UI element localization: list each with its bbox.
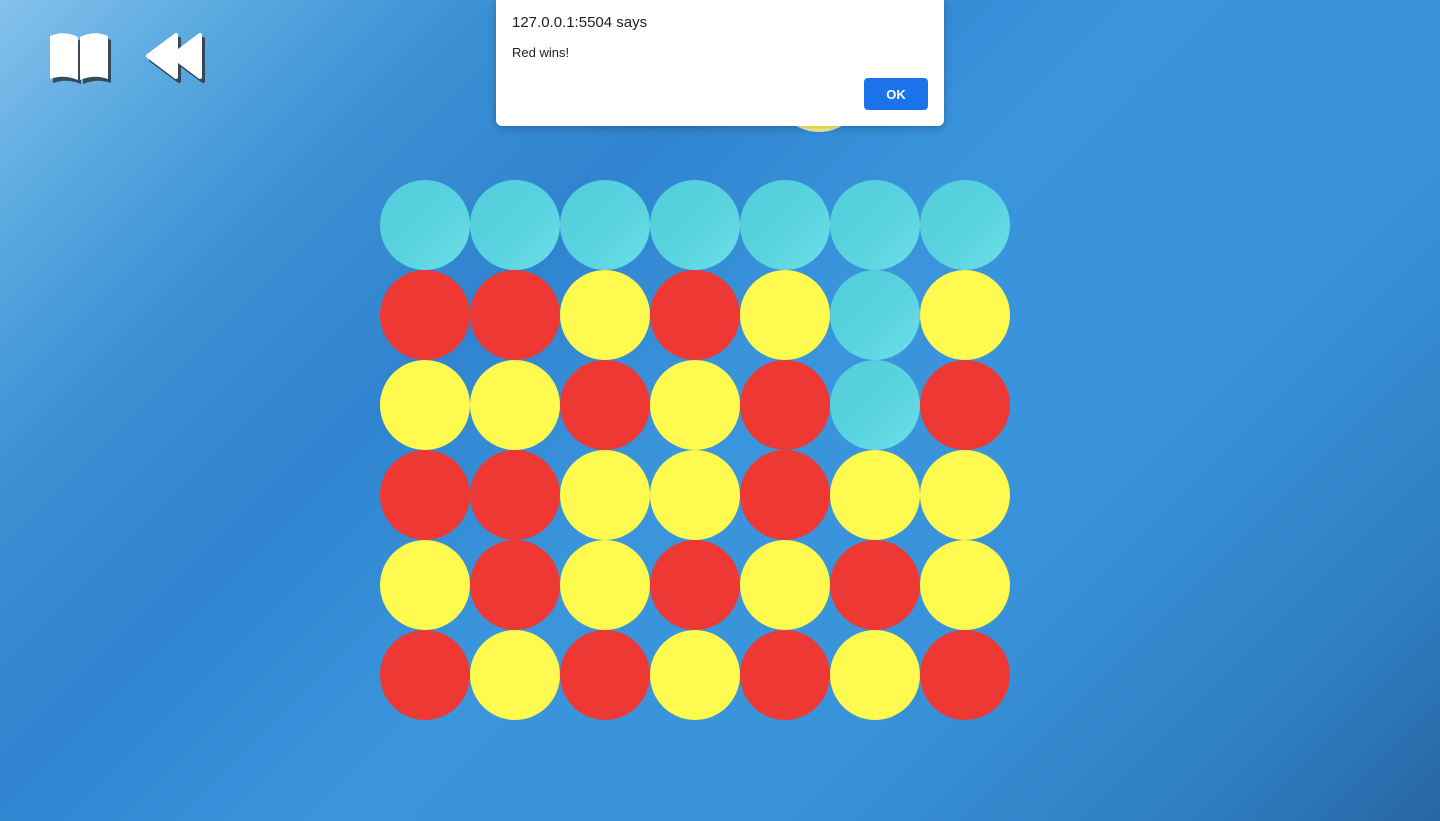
board-cell-yellow[interactable] <box>830 630 920 720</box>
rules-button[interactable] <box>46 28 112 86</box>
board-cell-red[interactable] <box>380 450 470 540</box>
board-cell-yellow[interactable] <box>380 540 470 630</box>
board-cell-red[interactable] <box>920 360 1010 450</box>
board-cell-yellow[interactable] <box>920 540 1010 630</box>
board-cell-red[interactable] <box>920 630 1010 720</box>
board-cell-red[interactable] <box>560 630 650 720</box>
board-cell-yellow[interactable] <box>830 450 920 540</box>
board-cell-empty[interactable] <box>830 270 920 360</box>
board-cell-yellow[interactable] <box>920 270 1010 360</box>
board-cell-empty[interactable] <box>740 180 830 270</box>
board-cell-red[interactable] <box>470 540 560 630</box>
board-cell-red[interactable] <box>650 270 740 360</box>
dialog-message: Red wins! <box>512 45 570 60</box>
ok-button[interactable]: OK <box>864 78 928 110</box>
board-cell-red[interactable] <box>740 630 830 720</box>
board-cell-empty[interactable] <box>560 180 650 270</box>
open-book-icon <box>50 33 108 80</box>
board-cell-red[interactable] <box>470 450 560 540</box>
board-cell-empty[interactable] <box>470 180 560 270</box>
dialog-title: 127.0.0.1:5504 says <box>512 14 648 31</box>
board-cell-empty[interactable] <box>650 180 740 270</box>
board-cell-red[interactable] <box>380 270 470 360</box>
board-cell-empty[interactable] <box>920 180 1010 270</box>
board-cell-yellow[interactable] <box>650 360 740 450</box>
board-cell-empty[interactable] <box>830 180 920 270</box>
board-cell-red[interactable] <box>650 540 740 630</box>
board-cell-yellow[interactable] <box>560 270 650 360</box>
board-cell-red[interactable] <box>740 450 830 540</box>
board-cell-red[interactable] <box>560 360 650 450</box>
board-cell-yellow[interactable] <box>740 540 830 630</box>
board-cell-red[interactable] <box>830 540 920 630</box>
board-cell-yellow[interactable] <box>920 450 1010 540</box>
board-cell-yellow[interactable] <box>650 450 740 540</box>
rewind-icon <box>146 33 202 79</box>
board-cell-yellow[interactable] <box>560 540 650 630</box>
rewind-button[interactable] <box>144 28 208 86</box>
alert-dialog: 127.0.0.1:5504 says Red wins! OK <box>496 0 944 126</box>
board-cell-red[interactable] <box>470 270 560 360</box>
board-cell-yellow[interactable] <box>380 360 470 450</box>
board-cell-empty[interactable] <box>380 180 470 270</box>
board-cell-yellow[interactable] <box>470 630 560 720</box>
board-cell-empty[interactable] <box>830 360 920 450</box>
board-cell-red[interactable] <box>740 360 830 450</box>
board-cell-yellow[interactable] <box>470 360 560 450</box>
board-cell-yellow[interactable] <box>560 450 650 540</box>
board-cell-yellow[interactable] <box>740 270 830 360</box>
game-board <box>380 180 1010 720</box>
board-cell-yellow[interactable] <box>650 630 740 720</box>
board-cell-red[interactable] <box>380 630 470 720</box>
